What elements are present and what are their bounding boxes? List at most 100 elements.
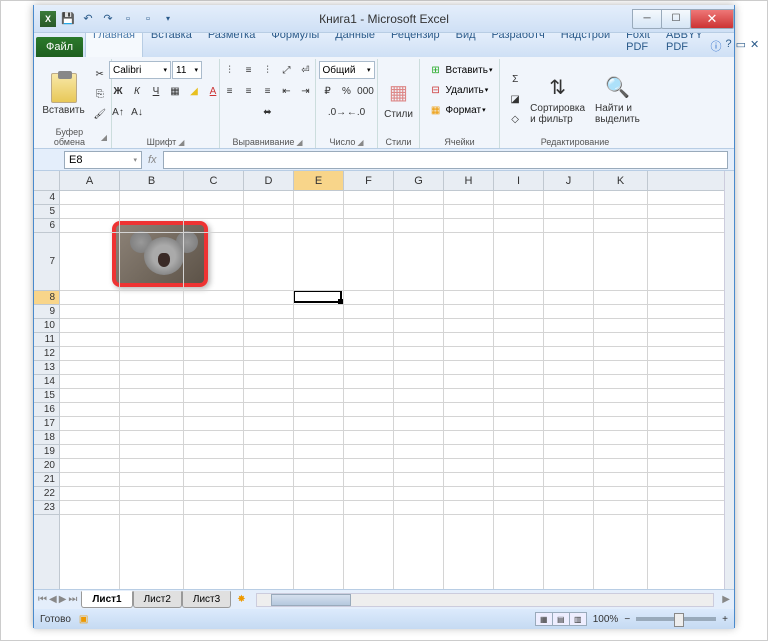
select-all-button[interactable] <box>34 171 60 191</box>
qat-item-icon[interactable]: ▫ <box>140 11 156 27</box>
insert-cells-button[interactable]: ⊞Вставить▾ <box>427 61 493 79</box>
align-left-icon[interactable]: ≡ <box>221 82 239 100</box>
increase-decimal-icon[interactable]: .0→ <box>328 103 346 121</box>
merge-cells-icon[interactable]: ⬌ <box>259 103 277 121</box>
help-button[interactable]: ? <box>726 38 732 54</box>
row-header[interactable]: 20 <box>34 459 59 473</box>
row-header[interactable]: 22 <box>34 487 59 501</box>
wrap-text-icon[interactable]: ⏎ <box>297 61 315 79</box>
macro-record-icon[interactable]: ▣ <box>79 614 88 625</box>
decrease-decimal-icon[interactable]: ←.0 <box>347 103 365 121</box>
bold-button[interactable]: Ж <box>109 82 127 100</box>
column-header[interactable]: H <box>444 171 494 190</box>
currency-icon[interactable]: ₽ <box>319 82 337 100</box>
embedded-image-koala[interactable] <box>112 221 208 287</box>
sheet-tab[interactable]: Лист1 <box>81 591 132 608</box>
number-format-combo[interactable]: Общий▾ <box>319 61 375 79</box>
undo-icon[interactable]: ↶ <box>80 11 96 27</box>
first-sheet-icon[interactable]: ⏮ <box>38 594 47 605</box>
row-header[interactable]: 13 <box>34 361 59 375</box>
row-header[interactable]: 21 <box>34 473 59 487</box>
page-layout-view-button[interactable]: ▤ <box>552 612 570 626</box>
border-button[interactable]: ▦ <box>166 82 184 100</box>
row-header[interactable]: 19 <box>34 445 59 459</box>
increase-indent-icon[interactable]: ⇥ <box>297 82 315 100</box>
row-header[interactable]: 23 <box>34 501 59 515</box>
autosum-icon[interactable]: Σ <box>506 70 524 88</box>
underline-button[interactable]: Ч <box>147 82 165 100</box>
sheet-tab[interactable]: Лист3 <box>182 591 231 608</box>
font-size-combo[interactable]: 11▾ <box>172 61 202 79</box>
row-header[interactable]: 9 <box>34 305 59 319</box>
row-header[interactable]: 14 <box>34 375 59 389</box>
paste-button[interactable]: Вставить <box>38 71 88 118</box>
scroll-right-icon[interactable]: ▶ <box>718 594 734 605</box>
row-header[interactable]: 15 <box>34 389 59 403</box>
maximize-button[interactable]: ☐ <box>661 9 691 29</box>
close-button[interactable]: ✕ <box>690 9 734 29</box>
doc-close-button[interactable]: ✕ <box>750 38 759 54</box>
decrease-font-icon[interactable]: A↓ <box>128 103 146 121</box>
ribbon-minimize-button[interactable]: ▭ <box>736 38 746 54</box>
qat-item-icon[interactable]: ▫ <box>120 11 136 27</box>
dialog-launcher-icon[interactable]: ◢ <box>101 133 107 142</box>
fill-icon[interactable]: ◪ <box>506 90 524 108</box>
row-header[interactable]: 6 <box>34 219 59 233</box>
align-top-icon[interactable]: ⫶ <box>221 61 239 79</box>
sort-filter-button[interactable]: ⇅ Сортировка и фильтр <box>526 71 589 127</box>
cut-icon[interactable]: ✂ <box>91 65 109 83</box>
row-header[interactable]: 18 <box>34 431 59 445</box>
column-header[interactable]: B <box>120 171 184 190</box>
next-sheet-icon[interactable]: ▶ <box>59 594 67 605</box>
horizontal-scrollbar[interactable] <box>256 593 715 607</box>
qat-dropdown-icon[interactable]: ▾ <box>160 11 176 27</box>
fx-icon[interactable]: fx <box>148 154 157 166</box>
last-sheet-icon[interactable]: ⏭ <box>68 594 77 605</box>
percent-icon[interactable]: % <box>338 82 356 100</box>
save-icon[interactable]: 💾 <box>60 11 76 27</box>
row-header[interactable]: 8 <box>34 291 59 305</box>
dialog-launcher-icon[interactable]: ◢ <box>178 138 184 147</box>
formula-bar[interactable] <box>163 151 728 169</box>
redo-icon[interactable]: ↷ <box>100 11 116 27</box>
decrease-indent-icon[interactable]: ⇤ <box>278 82 296 100</box>
new-sheet-icon[interactable]: ✸ <box>231 594 251 605</box>
help-icon[interactable]: ⓘ <box>711 38 722 54</box>
row-header[interactable]: 5 <box>34 205 59 219</box>
zoom-level[interactable]: 100% <box>593 614 619 625</box>
find-select-button[interactable]: 🔍 Найти и выделить <box>591 71 644 127</box>
dialog-launcher-icon[interactable]: ◢ <box>357 138 363 147</box>
row-header[interactable]: 17 <box>34 417 59 431</box>
copy-icon[interactable]: ⎘ <box>91 85 109 103</box>
row-header[interactable]: 7 <box>34 233 59 291</box>
zoom-slider[interactable] <box>636 617 716 621</box>
page-break-view-button[interactable]: ▥ <box>569 612 587 626</box>
comma-icon[interactable]: 000 <box>357 82 375 100</box>
column-header[interactable]: K <box>594 171 648 190</box>
clear-icon[interactable]: ◇ <box>506 110 524 128</box>
column-header[interactable]: A <box>60 171 120 190</box>
column-header[interactable]: D <box>244 171 294 190</box>
increase-font-icon[interactable]: A↑ <box>109 103 127 121</box>
align-middle-icon[interactable]: ≡ <box>240 61 258 79</box>
column-header[interactable]: E <box>294 171 344 190</box>
row-header[interactable]: 16 <box>34 403 59 417</box>
column-header[interactable]: I <box>494 171 544 190</box>
row-header[interactable]: 10 <box>34 319 59 333</box>
styles-button[interactable]: ▦ Стили <box>380 77 417 122</box>
format-cells-button[interactable]: ▦Формат▾ <box>427 101 486 119</box>
format-painter-icon[interactable]: 🖌 <box>91 105 109 123</box>
zoom-in-button[interactable]: + <box>722 614 728 625</box>
delete-cells-button[interactable]: ⊟Удалить▾ <box>427 81 489 99</box>
normal-view-button[interactable]: ▦ <box>535 612 553 626</box>
column-header[interactable]: F <box>344 171 394 190</box>
row-header[interactable]: 11 <box>34 333 59 347</box>
orientation-icon[interactable]: ⤢ <box>278 61 296 79</box>
align-right-icon[interactable]: ≡ <box>259 82 277 100</box>
minimize-button[interactable]: ─ <box>632 9 662 29</box>
column-header[interactable]: G <box>394 171 444 190</box>
row-header[interactable]: 12 <box>34 347 59 361</box>
dialog-launcher-icon[interactable]: ◢ <box>296 138 302 147</box>
align-bottom-icon[interactable]: ⫶ <box>259 61 277 79</box>
italic-button[interactable]: К <box>128 82 146 100</box>
